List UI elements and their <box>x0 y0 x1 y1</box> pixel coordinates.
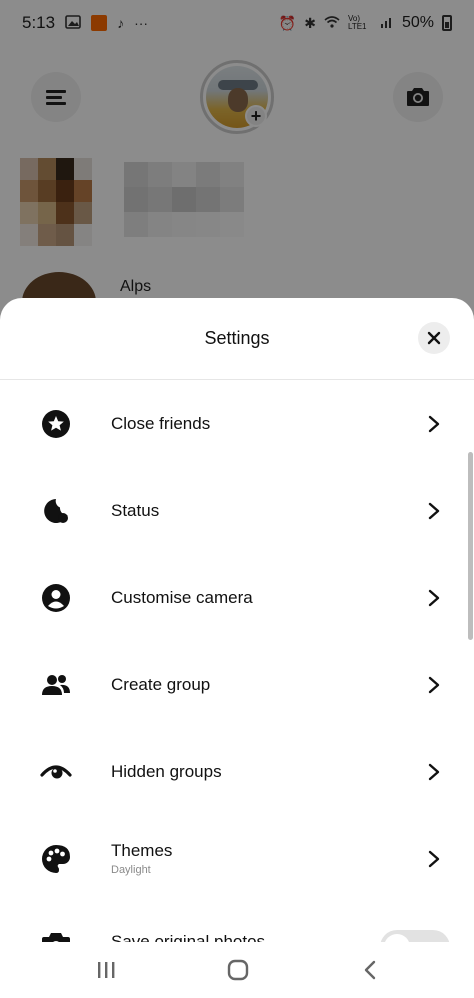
settings-item-label: Close friends <box>111 413 211 433</box>
settings-item-close-friends[interactable]: Close friends <box>0 380 474 467</box>
chevron-right-icon <box>426 849 442 869</box>
settings-item-status[interactable]: Status <box>0 467 474 554</box>
settings-item-hidden-groups[interactable]: Hidden groups <box>0 728 474 815</box>
settings-item-label: Status <box>111 500 160 520</box>
chevron-right-icon <box>426 501 442 521</box>
chevron-right-icon <box>426 762 442 782</box>
settings-item-themes[interactable]: Themes Daylight <box>0 815 474 902</box>
home-button[interactable] <box>208 942 268 998</box>
settings-item-create-group[interactable]: Create group <box>0 641 474 728</box>
home-icon <box>227 959 249 981</box>
palette-icon <box>40 843 72 875</box>
settings-sheet: Settings Close friends Status Customise … <box>0 298 474 998</box>
scrollbar[interactable] <box>468 452 473 640</box>
settings-item-label: Hidden groups <box>111 761 222 781</box>
sheet-title: Settings <box>204 328 270 348</box>
hidden-eye-icon <box>40 756 72 788</box>
settings-item-label: Create group <box>111 674 211 694</box>
back-button[interactable] <box>340 942 400 998</box>
chevron-right-icon <box>426 414 442 434</box>
chevron-right-icon <box>426 675 442 695</box>
settings-item-sublabel: Daylight <box>111 864 151 876</box>
recents-button[interactable] <box>76 942 136 998</box>
chevron-right-icon <box>426 588 442 608</box>
recents-icon <box>98 962 115 978</box>
close-button[interactable] <box>418 322 450 354</box>
person-circle-icon <box>40 582 72 614</box>
settings-item-label: Customise camera <box>111 587 253 607</box>
status-dot-icon <box>40 495 72 527</box>
system-nav-bar <box>0 942 474 998</box>
settings-item-label: Themes <box>111 841 173 860</box>
settings-item-customise-camera[interactable]: Customise camera <box>0 554 474 641</box>
group-icon <box>40 669 72 701</box>
star-circle-icon <box>40 408 72 440</box>
settings-list: Close friends Status Customise camera Cr… <box>0 380 474 964</box>
back-icon <box>364 960 376 980</box>
close-icon <box>427 331 441 345</box>
sheet-header: Settings <box>0 298 474 380</box>
